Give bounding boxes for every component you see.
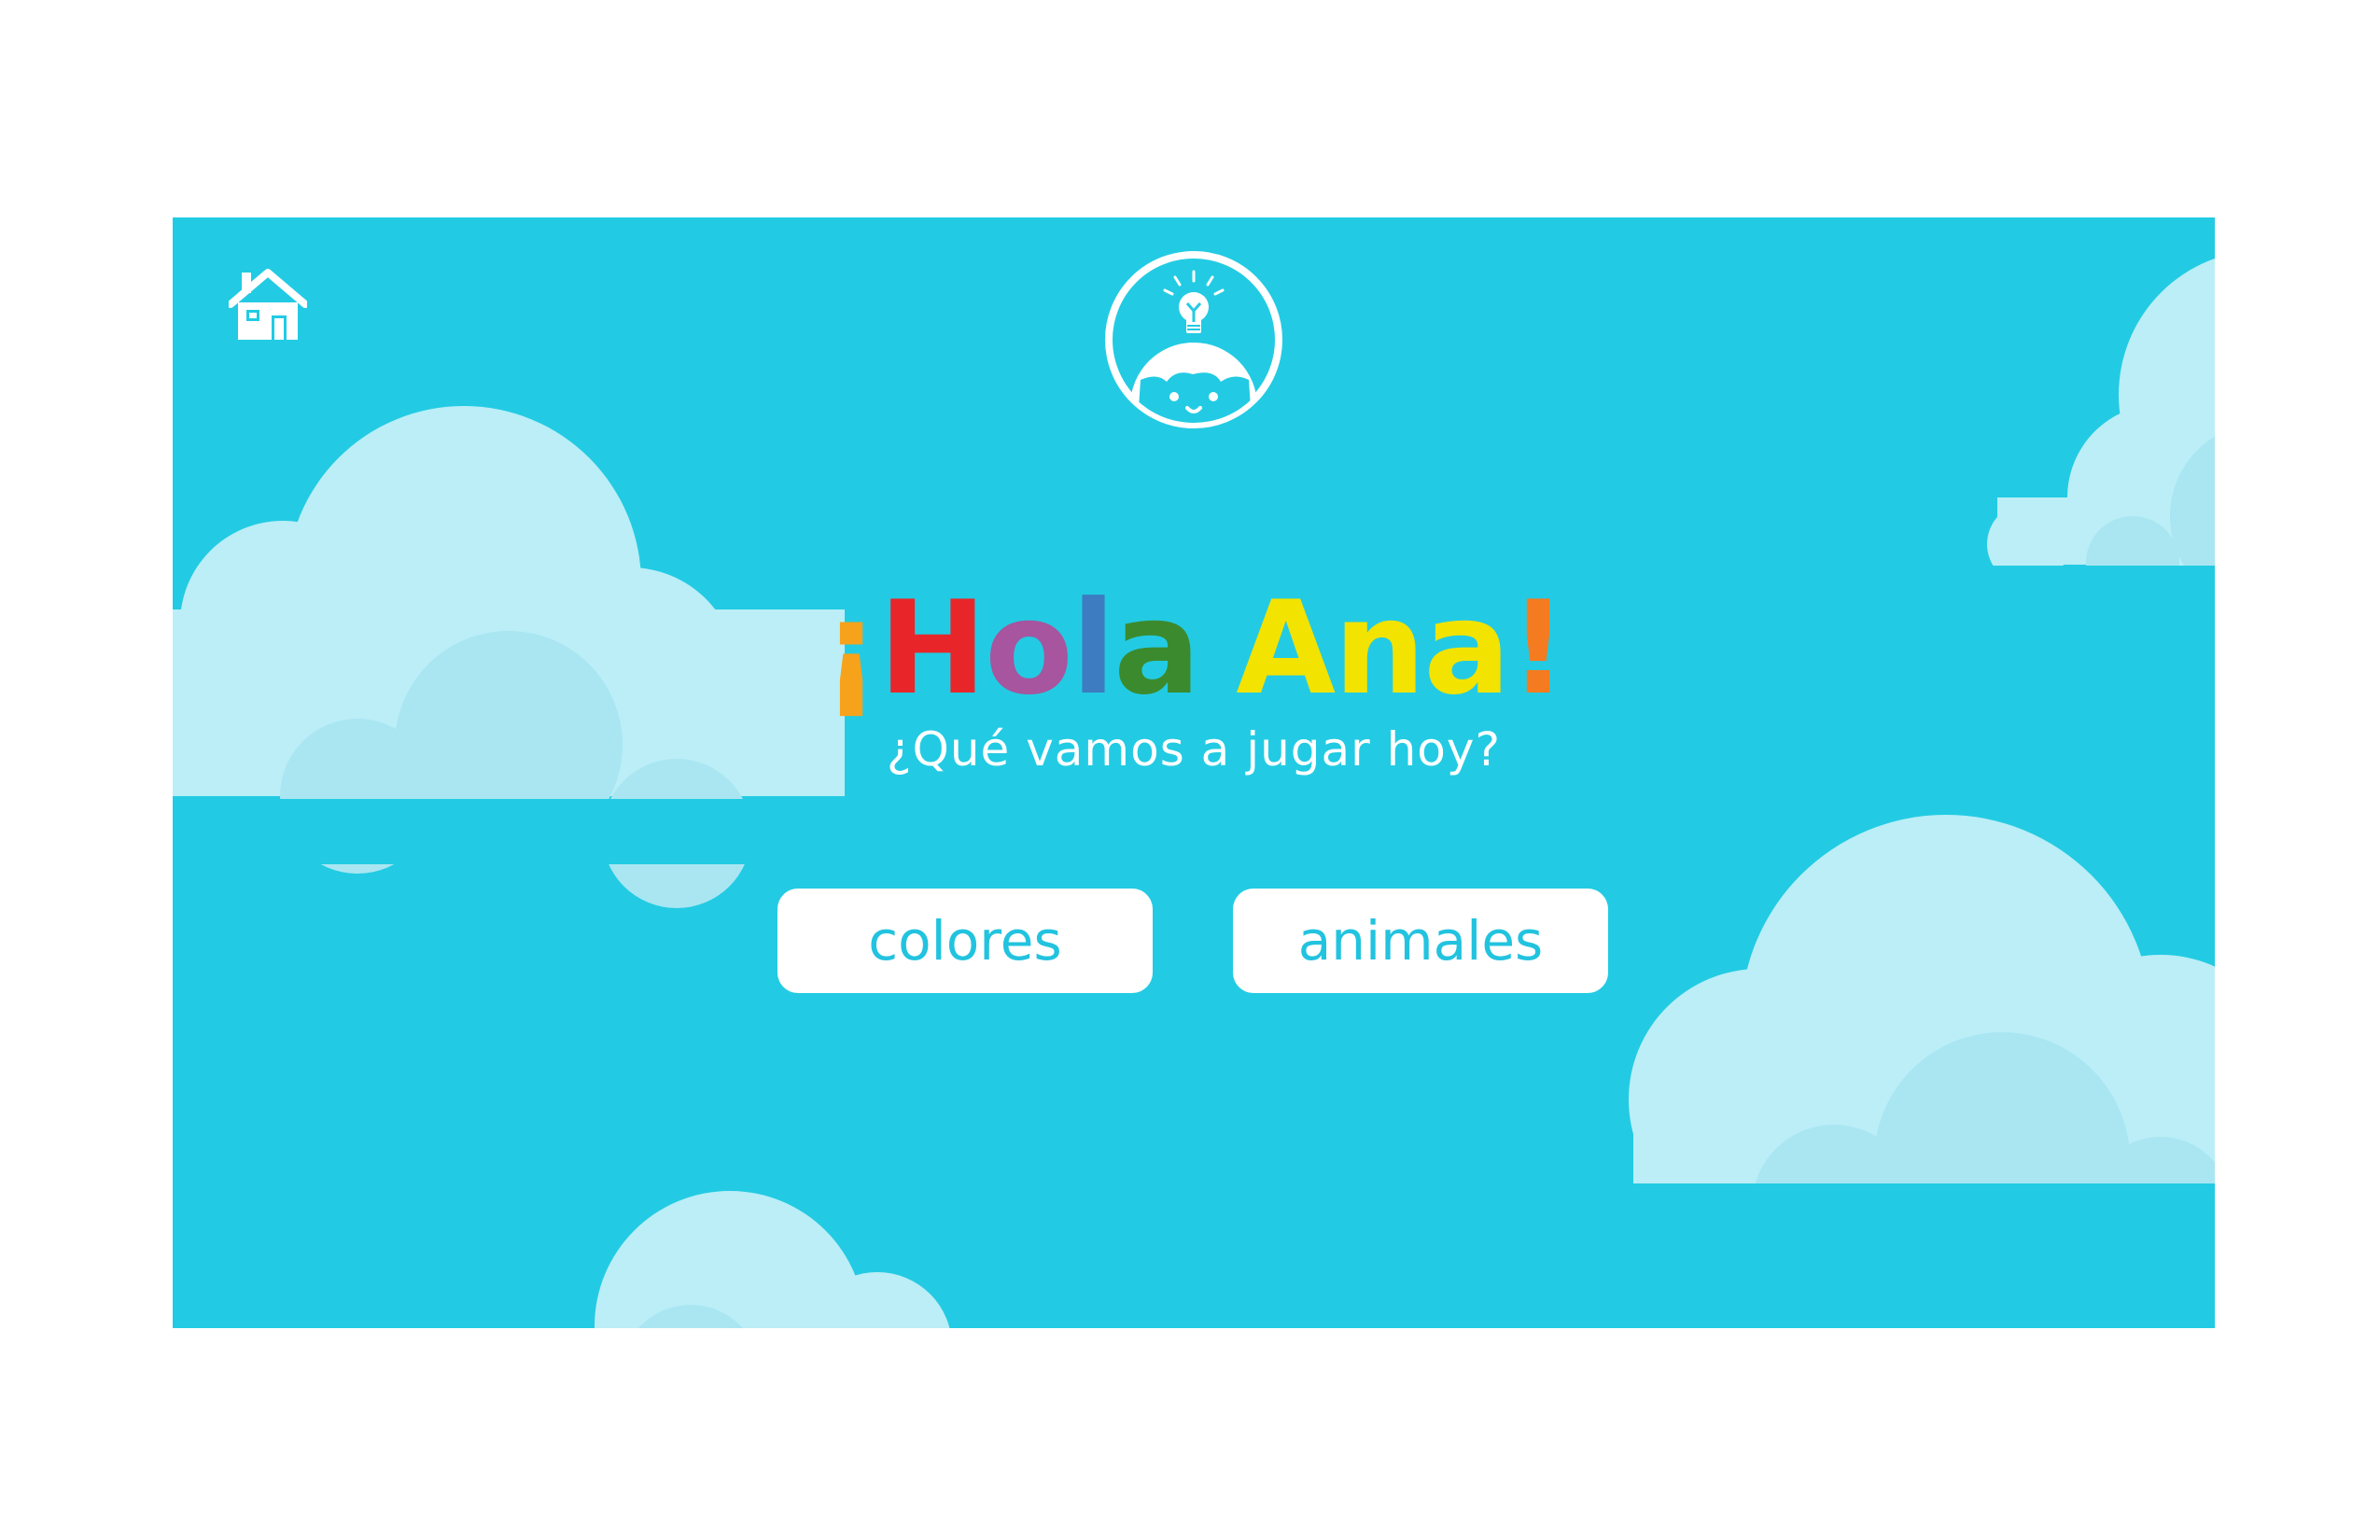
greeting-letter: ! bbox=[1508, 573, 1567, 723]
greeting-letter: o bbox=[985, 573, 1073, 723]
cloud-bottom bbox=[595, 1191, 950, 1328]
home-icon bbox=[229, 269, 307, 340]
home-button[interactable] bbox=[229, 269, 307, 342]
greeting-letter: H bbox=[878, 573, 987, 723]
greeting-subtitle: ¿Qué vamos a jugar hoy? bbox=[886, 722, 1502, 777]
user-avatar[interactable] bbox=[1103, 249, 1284, 430]
greeting-letter: ¡ bbox=[821, 573, 881, 723]
lightbulb-kid-avatar-icon bbox=[1105, 251, 1282, 428]
cloud-right bbox=[1629, 815, 2215, 1328]
game-screen: ¡Hola Ana! ¿Qué vamos a jugar hoy? color… bbox=[173, 217, 2215, 1328]
greeting-title: ¡Hola Ana! bbox=[173, 574, 2215, 723]
greeting-letter: a bbox=[1113, 573, 1200, 723]
colores-button[interactable]: colores bbox=[777, 889, 1153, 993]
greeting-letter: a bbox=[1423, 573, 1510, 723]
greeting-letter: A bbox=[1236, 573, 1336, 723]
greeting-letter: l bbox=[1071, 573, 1115, 723]
animales-button[interactable]: animales bbox=[1233, 889, 1608, 993]
cloud-top-right bbox=[1987, 259, 2215, 622]
greeting-space bbox=[1198, 574, 1236, 723]
greeting-letter: n bbox=[1334, 573, 1425, 723]
